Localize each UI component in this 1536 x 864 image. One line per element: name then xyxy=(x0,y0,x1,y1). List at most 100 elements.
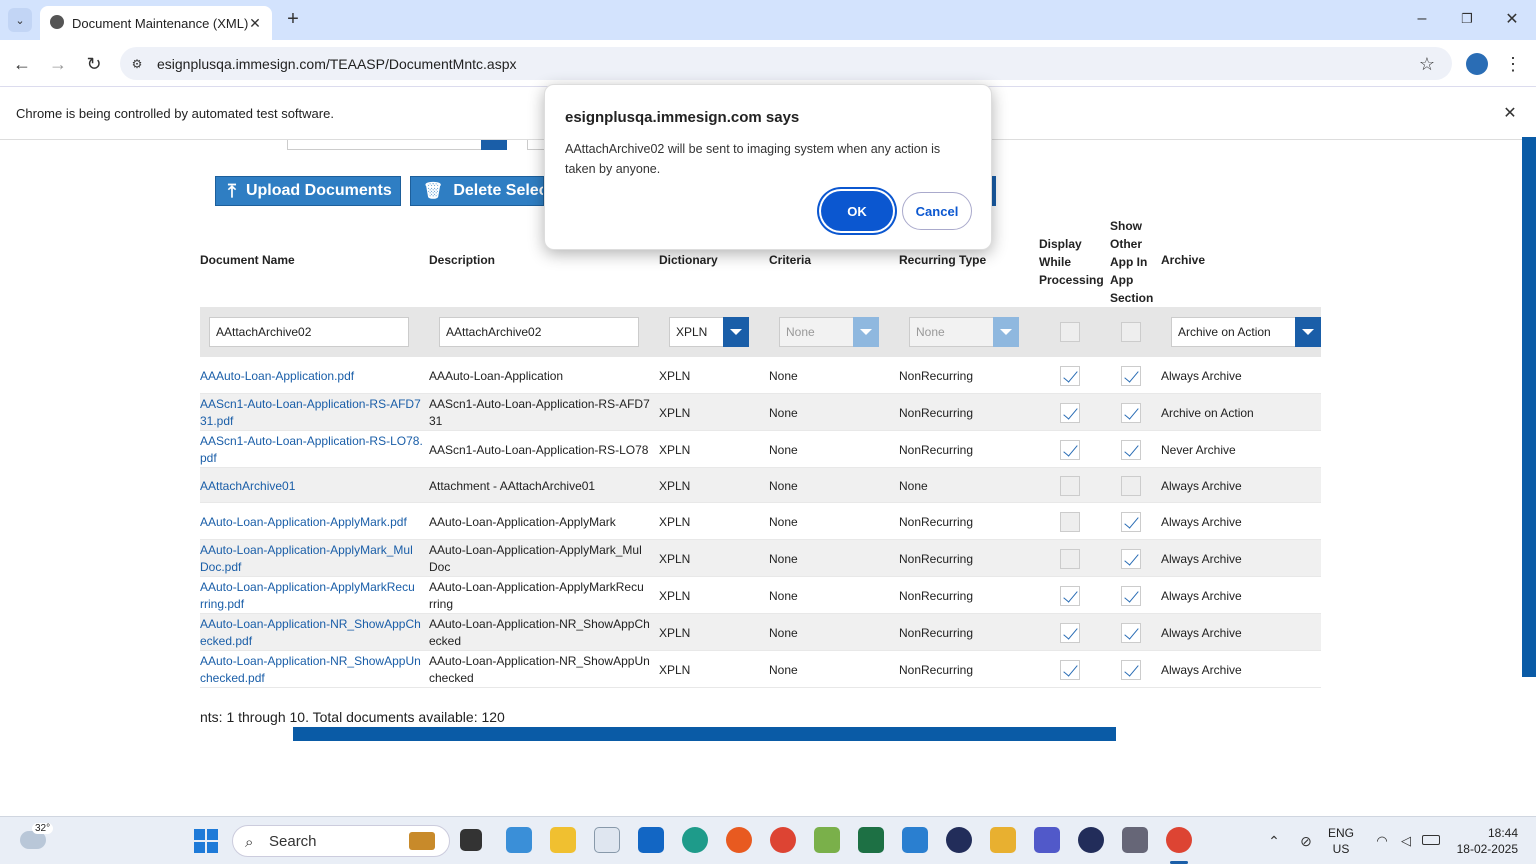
show-app-checkbox[interactable] xyxy=(1121,548,1141,569)
volume-icon[interactable]: ◁ xyxy=(1396,831,1416,851)
display-checkbox[interactable] xyxy=(1060,475,1080,496)
filter-criteria-select[interactable]: None xyxy=(779,317,855,347)
edge-icon[interactable] xyxy=(682,827,708,853)
ok-button[interactable]: OK xyxy=(821,191,893,231)
menu-kebab-icon[interactable]: ⋮ xyxy=(1504,52,1522,76)
filter-dictionary-select[interactable]: XPLN xyxy=(669,317,725,347)
show-app-checkbox[interactable] xyxy=(1121,366,1141,386)
partial-input[interactable] xyxy=(287,140,483,150)
header-show-other-app[interactable]: Show Other App In App Section xyxy=(1110,217,1153,307)
filter-document-name-input[interactable]: AAttachArchive02 xyxy=(209,317,409,347)
image-app-icon[interactable] xyxy=(814,827,840,853)
url-bar[interactable]: ⚙ esignplusqa.immesign.com/TEAASP/Docume… xyxy=(120,47,1452,80)
wifi-icon[interactable]: ◠ xyxy=(1372,831,1392,851)
tools-icon[interactable] xyxy=(990,827,1016,853)
display-checkbox[interactable] xyxy=(1060,585,1080,606)
archive-cell: Always Archive xyxy=(1161,662,1311,679)
site-info-icon[interactable]: ⚙ xyxy=(128,55,146,73)
show-app-checkbox[interactable] xyxy=(1121,475,1141,496)
start-icon[interactable] xyxy=(194,829,218,853)
task-view-icon[interactable] xyxy=(460,829,482,851)
network-status-icon[interactable]: ⊘ xyxy=(1296,831,1316,851)
firefox-icon[interactable] xyxy=(726,827,752,853)
outlook-icon[interactable] xyxy=(638,827,664,853)
forward-icon[interactable]: → xyxy=(46,52,70,76)
header-description[interactable]: Description xyxy=(429,253,495,267)
tab-document-maintenance[interactable]: Document Maintenance (XML) ✕ xyxy=(40,6,272,40)
header-recurring-type[interactable]: Recurring Type xyxy=(899,253,986,267)
region-code: US xyxy=(1332,842,1350,856)
header-archive[interactable]: Archive xyxy=(1161,253,1205,267)
display-checkbox[interactable] xyxy=(1060,402,1080,423)
taskbar-search[interactable]: ⌕ Search xyxy=(232,825,450,857)
upload-documents-button[interactable]: ⤒ Upload Documents xyxy=(215,176,401,206)
document-link[interactable]: AAuto-Loan-Application-ApplyMark_Mul Doc.… xyxy=(200,542,425,576)
tab-search-icon[interactable]: ⌄ xyxy=(8,8,32,32)
display-checkbox[interactable] xyxy=(1060,366,1080,386)
show-app-checkbox[interactable] xyxy=(1121,402,1141,423)
eclipse-icon-2[interactable] xyxy=(1078,827,1104,853)
chat-app-icon[interactable] xyxy=(506,827,532,853)
chrome-active-icon[interactable] xyxy=(1166,827,1192,853)
display-checkbox[interactable] xyxy=(1060,622,1080,643)
excel-icon[interactable] xyxy=(858,827,884,853)
partial-dropdown-button[interactable] xyxy=(481,140,507,150)
show-app-checkbox[interactable] xyxy=(1121,511,1141,532)
reload-icon[interactable]: ↻ xyxy=(82,52,106,76)
delete-selected-button[interactable]: 🗑 Delete Select xyxy=(410,176,544,206)
notepad-icon[interactable] xyxy=(902,827,928,853)
language-indicator[interactable]: ENG US xyxy=(1328,825,1354,857)
pager-bar[interactable] xyxy=(293,727,1116,741)
file-explorer-icon[interactable] xyxy=(550,827,576,853)
document-link[interactable]: AAScn1-Auto-Loan-Application-RS-LO78. pdf xyxy=(200,433,425,467)
infobar-close-icon[interactable]: ✕ xyxy=(1500,103,1520,123)
bookmark-star-icon[interactable]: ☆ xyxy=(1416,53,1438,75)
cancel-button[interactable]: Cancel xyxy=(902,192,972,230)
chevron-up-icon[interactable]: ⌃ xyxy=(1264,831,1284,851)
header-dictionary[interactable]: Dictionary xyxy=(659,253,718,267)
archive-dropdown-button[interactable] xyxy=(1295,317,1321,347)
filter-archive-select[interactable]: Archive on Action xyxy=(1171,317,1297,347)
teams-icon[interactable] xyxy=(1034,827,1060,853)
criteria-dropdown-button[interactable] xyxy=(853,317,879,347)
recurring-dropdown-button[interactable] xyxy=(993,317,1019,347)
display-checkbox[interactable] xyxy=(1060,659,1080,680)
header-criteria[interactable]: Criteria xyxy=(769,253,811,267)
battery-icon[interactable] xyxy=(1422,835,1440,845)
document-link[interactable]: AAttachArchive01 xyxy=(200,478,425,495)
show-app-checkbox[interactable] xyxy=(1121,585,1141,606)
filter-recurring-select[interactable]: None xyxy=(909,317,995,347)
vertical-scrollbar[interactable] xyxy=(1522,137,1536,677)
paint-icon[interactable] xyxy=(1122,827,1148,853)
show-app-checkbox[interactable] xyxy=(1121,622,1141,643)
eclipse-icon[interactable] xyxy=(946,827,972,853)
header-document-name[interactable]: Document Name xyxy=(200,253,295,267)
document-link[interactable]: AAAuto-Loan-Application.pdf xyxy=(200,368,425,385)
filter-description-input[interactable]: AAttachArchive02 xyxy=(439,317,639,347)
document-link[interactable]: AAScn1-Auto-Loan-Application-RS-AFD7 31.p… xyxy=(200,396,425,430)
tab-strip: ⌄ Document Maintenance (XML) ✕ + – ❐ ✕ xyxy=(0,0,1536,40)
back-icon[interactable]: ← xyxy=(10,52,34,76)
display-checkbox[interactable] xyxy=(1060,511,1080,532)
restore-icon[interactable]: ❐ xyxy=(1455,8,1479,30)
chrome-icon[interactable] xyxy=(770,827,796,853)
dictionary-dropdown-button[interactable] xyxy=(723,317,749,347)
new-tab-icon[interactable]: + xyxy=(282,8,304,30)
filter-display-checkbox[interactable] xyxy=(1060,322,1080,342)
display-checkbox[interactable] xyxy=(1060,548,1080,569)
close-tab-icon[interactable]: ✕ xyxy=(246,14,264,32)
profile-avatar-icon[interactable] xyxy=(1466,53,1488,75)
minimize-icon[interactable]: – xyxy=(1410,8,1434,30)
document-link[interactable]: AAuto-Loan-Application-ApplyMarkRecu rrin… xyxy=(200,579,425,613)
document-link[interactable]: AAuto-Loan-Application-NR_ShowAppUn check… xyxy=(200,653,425,687)
show-app-checkbox[interactable] xyxy=(1121,439,1141,460)
clock[interactable]: 18:44 18-02-2025 xyxy=(1452,825,1518,857)
close-window-icon[interactable]: ✕ xyxy=(1500,8,1524,30)
header-display-while-processing[interactable]: Display While Processing xyxy=(1039,235,1104,289)
show-app-checkbox[interactable] xyxy=(1121,659,1141,680)
display-checkbox[interactable] xyxy=(1060,439,1080,460)
filter-show-checkbox[interactable] xyxy=(1121,322,1141,342)
document-link[interactable]: AAuto-Loan-Application-NR_ShowAppCh ecked… xyxy=(200,616,425,650)
mail-icon[interactable] xyxy=(594,827,620,853)
document-link[interactable]: AAuto-Loan-Application-ApplyMark.pdf xyxy=(200,514,425,531)
